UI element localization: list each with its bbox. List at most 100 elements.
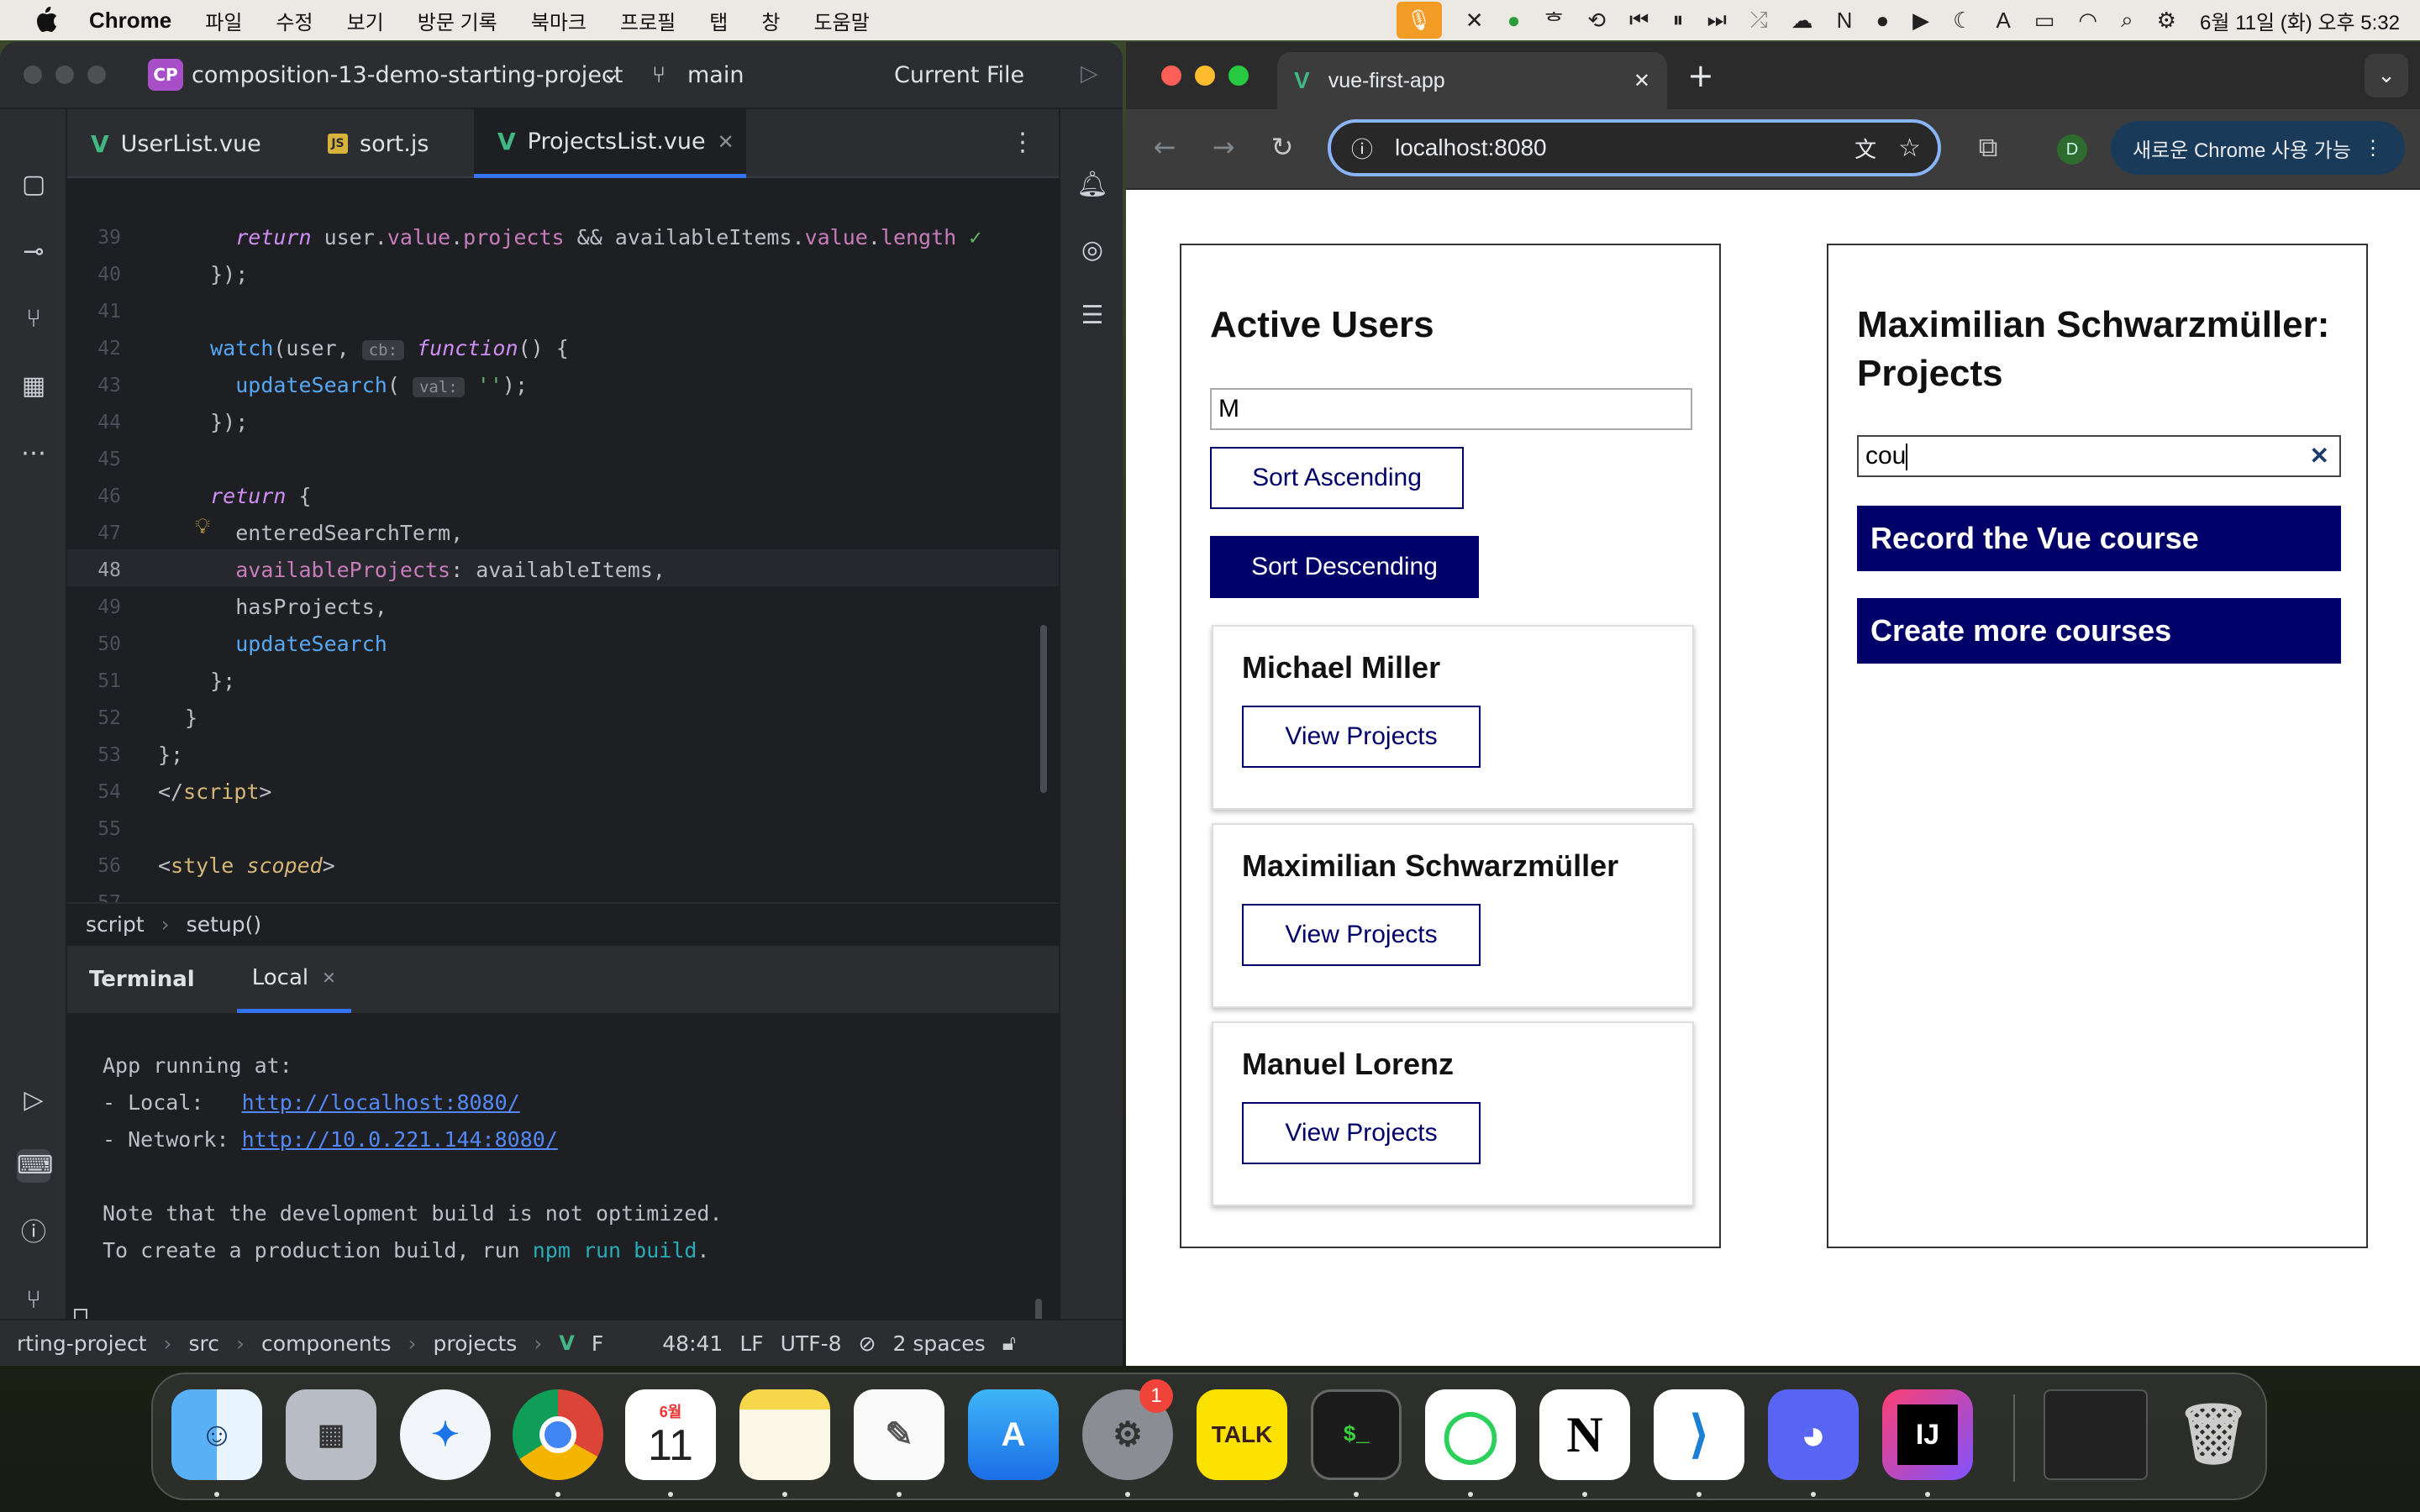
intellij-icon[interactable]: IJ (1882, 1389, 1973, 1480)
reload-icon[interactable]: ↻ (1264, 131, 1301, 163)
view-projects-button[interactable]: View Projects (1242, 706, 1481, 768)
menu-window[interactable]: 창 (761, 6, 780, 35)
apple-menu-icon[interactable] (34, 6, 59, 34)
pull-request-icon[interactable]: ⑂ (17, 302, 50, 336)
breadcrumb-setup[interactable]: setup() (187, 912, 261, 937)
extensions-icon[interactable]: ⧉ (1970, 131, 2007, 164)
bookmark-star-icon[interactable]: ☆ (1898, 134, 1921, 163)
clear-search-icon[interactable]: ✕ (2310, 437, 2329, 475)
calendar-icon[interactable]: 6월 11 (625, 1389, 716, 1480)
chat-icon[interactable]: ● (1876, 8, 1889, 34)
tab-userlist[interactable]: V UserList.vue (67, 109, 296, 178)
vscode-icon[interactable]: ⟩ (1654, 1389, 1744, 1480)
local-url-link[interactable]: http://localhost:8080/ (242, 1090, 520, 1115)
safari-icon[interactable]: ✦ (400, 1389, 491, 1480)
notes-icon[interactable] (739, 1389, 830, 1480)
app-store-icon[interactable]: A (968, 1389, 1059, 1480)
menu-bookmarks[interactable]: 북마크 (531, 6, 587, 35)
previous-track-icon[interactable]: ⏮ (1629, 7, 1649, 34)
problems-icon[interactable]: ⓘ (17, 1216, 50, 1250)
pause-icon[interactable]: ⏸ (1672, 7, 1683, 34)
ai-assistant-icon[interactable]: ◎ (1076, 234, 1109, 267)
tab-sort[interactable]: JS sort.js (304, 109, 472, 178)
notifications-icon[interactable]: 🔔︎ (1076, 168, 1109, 202)
close-window-button[interactable] (24, 66, 42, 84)
close-terminal-tab-icon[interactable]: ✕ (322, 968, 336, 988)
more-menu-icon[interactable]: ⋮ (2363, 136, 2383, 160)
cloud-icon[interactable]: ☁ (1791, 8, 1813, 34)
notion-app-icon[interactable]: N (1539, 1389, 1630, 1480)
tab-search-icon[interactable]: ⌄ (2365, 54, 2408, 97)
next-track-icon[interactable]: ⏭ (1707, 7, 1726, 34)
translate-icon[interactable]: 文 (1854, 133, 1876, 164)
new-tab-button[interactable]: + (1687, 57, 1714, 94)
users-search-input[interactable]: M (1210, 388, 1692, 430)
trash-icon[interactable]: 🗑︎ (2168, 1389, 2259, 1480)
sort-ascending-button[interactable]: Sort Ascending (1210, 447, 1464, 509)
structure-icon[interactable]: ▦ (17, 370, 50, 403)
menu-edit[interactable]: 수정 (276, 6, 313, 35)
git-icon[interactable]: ⑂ (17, 1284, 50, 1317)
minimize-window-button[interactable] (1195, 66, 1215, 86)
project-badge[interactable]: CP (148, 59, 183, 91)
menu-file[interactable]: 파일 (205, 6, 242, 35)
lightbulb-icon[interactable]: 💡︎ (195, 514, 210, 540)
menubar-datetime[interactable]: 6월 11일 (화) 오후 5:32 (2200, 6, 2400, 35)
microphone-icon[interactable]: 🎙 (1396, 2, 1442, 39)
chevron-down-icon[interactable]: ⌄ (602, 60, 621, 87)
control-center-icon[interactable]: ⚙ (2157, 8, 2176, 34)
zoom-window-button[interactable] (87, 66, 106, 84)
status-path-src[interactable]: src (189, 1331, 220, 1356)
terminal-title[interactable]: Terminal (89, 967, 195, 992)
menu-help[interactable]: 도움말 (813, 6, 869, 35)
database-icon[interactable]: ☰ (1076, 299, 1109, 333)
commit-icon[interactable]: ⊸ (17, 235, 50, 269)
profile-avatar[interactable]: D (2057, 134, 2087, 165)
editor-scrollbar[interactable] (1040, 625, 1047, 793)
menu-app-name[interactable]: Chrome (89, 8, 171, 34)
view-projects-button[interactable]: View Projects (1242, 1102, 1481, 1164)
no-inspections-icon[interactable]: ⊘ (859, 1331, 876, 1356)
projects-search-input[interactable]: cou ✕ (1857, 435, 2341, 477)
wifi-icon[interactable]: ◠ (2078, 8, 2097, 34)
close-tab-icon[interactable]: ✕ (718, 130, 734, 154)
indent-setting[interactable]: 2 spaces (892, 1331, 985, 1356)
naver-line-icon[interactable]: ◯ (1425, 1389, 1516, 1480)
menu-profiles[interactable]: 프로필 (620, 6, 676, 35)
finder-icon[interactable]: ☺ (171, 1389, 262, 1480)
minimize-window-button[interactable] (55, 66, 74, 84)
chrome-update-button[interactable]: 새로운 Chrome 사용 가능 ⋮ (2111, 121, 2405, 175)
status-path-components[interactable]: components (261, 1331, 391, 1356)
file-encoding[interactable]: UTF-8 (781, 1331, 842, 1356)
breadcrumb-script[interactable]: script (86, 912, 145, 937)
site-info-icon[interactable]: ⓘ (1351, 133, 1373, 164)
menu-history[interactable]: 방문 기록 (418, 6, 497, 35)
terminal-tab-local[interactable]: Local ✕ (236, 946, 351, 1013)
browser-tab[interactable]: V vue-first-app ✕ (1277, 52, 1667, 109)
battery-icon[interactable]: ▭ (2034, 8, 2055, 34)
status-path-project[interactable]: rting-project (17, 1331, 147, 1356)
code-editor[interactable]: 39 40 41 42 43 44 45 46 47 48 49 50 51 5… (67, 180, 1059, 902)
terminal-icon[interactable]: ⌨ (17, 1149, 53, 1183)
play-circle-icon[interactable]: ▶ (1912, 8, 1929, 34)
status-path-projects[interactable]: projects (434, 1331, 518, 1356)
tab-projectslist[interactable]: V ProjectsList.vue ✕ (474, 109, 746, 178)
lock-icon[interactable]: 🔓︎ (1002, 1331, 1016, 1356)
notion-icon[interactable]: N (1837, 8, 1853, 34)
kakaotalk-icon[interactable]: TALK (1197, 1389, 1287, 1480)
tab-options-icon[interactable]: ⋮ (1010, 128, 1035, 157)
back-icon[interactable]: ← (1146, 131, 1183, 163)
close-tab-icon[interactable]: ✕ (1634, 69, 1650, 93)
launchpad-icon[interactable]: ▦ (286, 1389, 376, 1480)
services-icon[interactable]: ▷ (17, 1084, 50, 1117)
network-url-link[interactable]: http://10.0.221.144:8080/ (242, 1127, 558, 1152)
menu-view[interactable]: 보기 (347, 6, 384, 35)
textedit-icon[interactable]: ✎ (854, 1389, 944, 1480)
forward-icon[interactable]: → (1205, 131, 1242, 163)
naver-whale-icon[interactable]: ● (1507, 8, 1521, 34)
address-bar[interactable]: ⓘ localhost:8080 文 ☆ (1328, 119, 1941, 176)
branch-name[interactable]: main (687, 62, 744, 88)
run-icon[interactable]: ▷ (1081, 60, 1098, 87)
folder-icon[interactable]: ▢ (17, 168, 50, 202)
terminal-output[interactable]: App running at: - Local: http://localhos… (67, 1013, 1059, 1357)
